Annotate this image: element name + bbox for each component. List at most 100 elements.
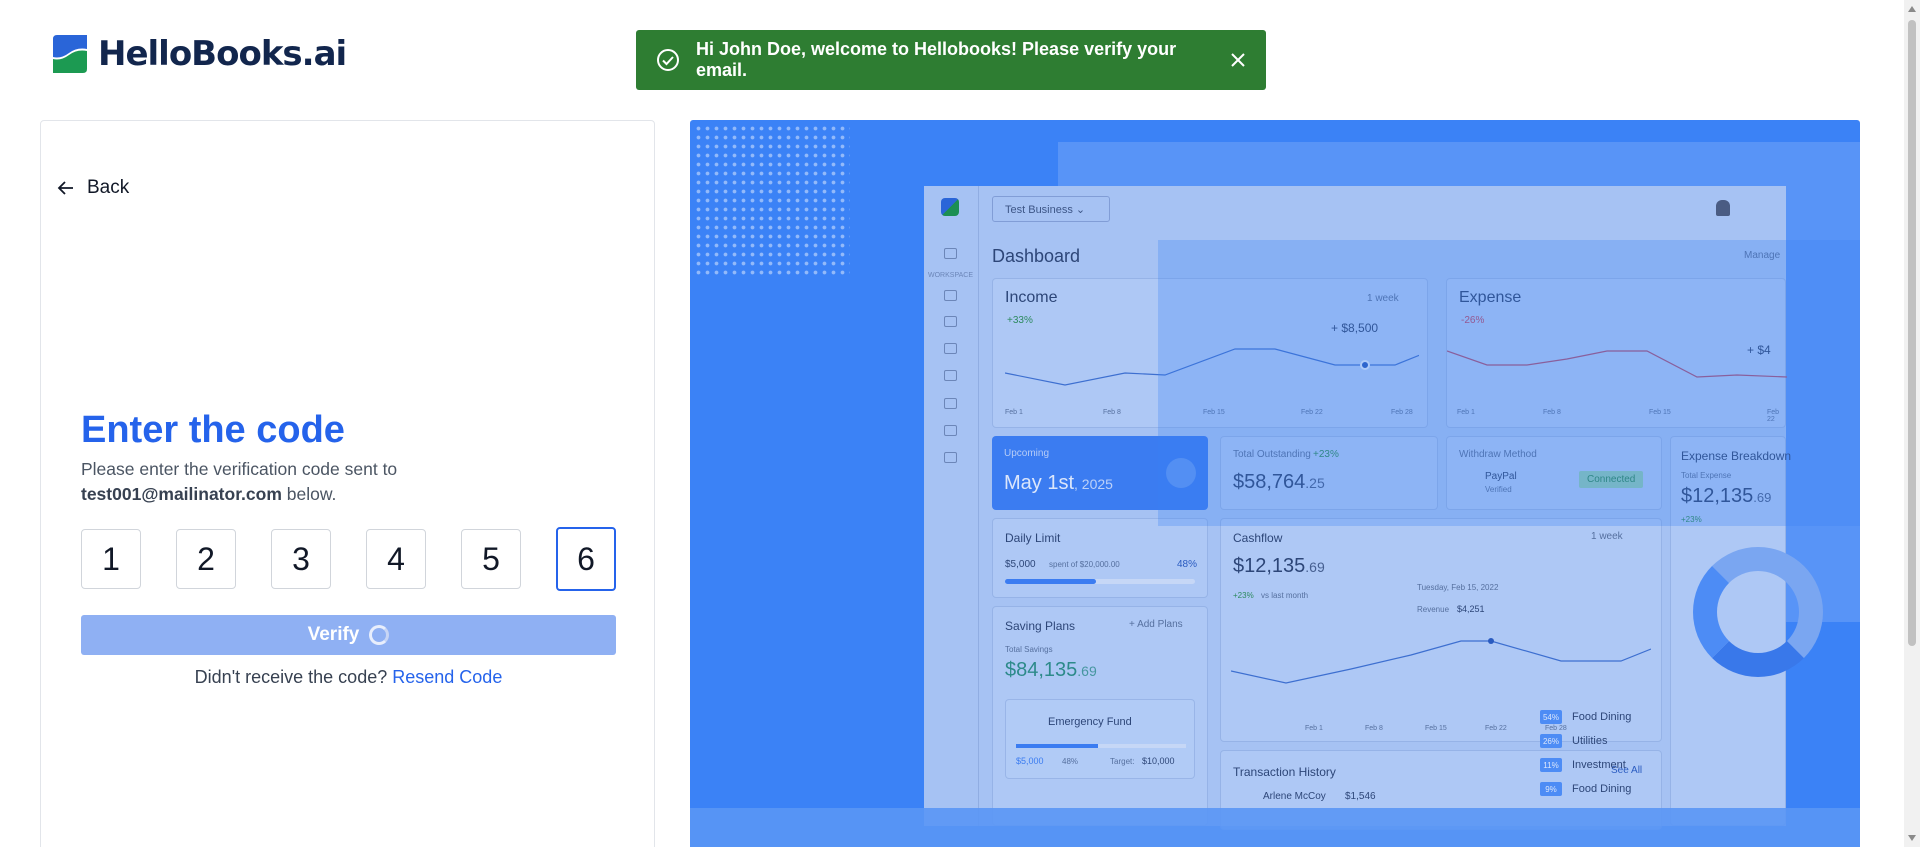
daily-progress-fill — [1005, 579, 1097, 584]
add-plans-label: + Add Plans — [1129, 619, 1183, 630]
otp-digit-4[interactable] — [366, 529, 426, 589]
cashflow-tick-4: Feb 22 — [1485, 725, 1507, 732]
bank-icon — [944, 290, 957, 301]
verify-label: Verify — [307, 624, 360, 645]
income-change: +33% — [1007, 315, 1033, 326]
transaction-amount: $1,546 — [1345, 791, 1376, 802]
cashflow-panel: Cashflow 1 week $12,135.69 +23% vs last … — [1220, 518, 1662, 742]
dot-pattern — [694, 124, 850, 276]
target-label: Target: — [1110, 757, 1135, 766]
cashflow-cents: .69 — [1305, 559, 1325, 575]
trend-icon — [944, 343, 957, 354]
daily-limit-panel: Daily Limit $5,000 spent of $20,000.00 4… — [992, 518, 1208, 598]
legend-row: 9% Food Dining — [1540, 782, 1631, 796]
saving-title: Saving Plans — [1005, 619, 1076, 633]
verify-card: Back Enter the code Please enter the ver… — [40, 120, 655, 847]
overlay-sheet — [1158, 240, 1860, 526]
legend-pct: 11% — [1540, 758, 1562, 772]
scrollbar-thumb[interactable] — [1908, 20, 1916, 646]
description-suffix: below. — [286, 484, 337, 504]
legend-name: Food Dining — [1572, 783, 1632, 795]
cashflow-line-chart — [1231, 638, 1651, 684]
loading-spinner-icon — [369, 625, 390, 645]
brand-logo[interactable]: HelloBooks.ai — [49, 33, 347, 75]
verify-button[interactable]: Verify — [81, 615, 616, 655]
back-button[interactable]: Back — [57, 177, 129, 199]
fund-target: $10,000 — [1142, 756, 1175, 766]
resend-prompt: Didn't receive the code? — [194, 667, 388, 687]
income-tick-1: Feb 1 — [1005, 409, 1023, 416]
cashflow-note: vs last month — [1261, 591, 1309, 600]
legend-row: 11% Investment — [1540, 758, 1626, 772]
email-address: test001@mailinator.com — [81, 484, 282, 504]
legend-name: Investment — [1572, 759, 1626, 771]
daily-amount: $5,000 — [1005, 559, 1036, 570]
verify-description: Please enter the verification code sent … — [81, 457, 481, 507]
cashflow-tick-3: Feb 15 — [1425, 725, 1447, 732]
mock-sidebar: WORKSPACE — [924, 186, 979, 826]
grid-icon — [944, 248, 957, 259]
page-scrollbar[interactable] — [1904, 0, 1920, 847]
otp-digit-6[interactable] — [556, 527, 616, 591]
saving-amount: $84,135 — [1005, 659, 1078, 681]
cashflow-tip-date: Tuesday, Feb 15, 2022 — [1417, 583, 1499, 592]
legend-pct: 9% — [1540, 782, 1562, 796]
cashflow-amount: $12,135 — [1233, 555, 1306, 577]
transactions-title: Transaction History — [1233, 765, 1336, 779]
hellobooks-logo-icon — [53, 35, 87, 73]
cashflow-tick-2: Feb 8 — [1365, 725, 1383, 732]
bell-icon — [1716, 200, 1730, 216]
otp-digit-3[interactable] — [271, 529, 331, 589]
add-plans-text: Add Plans — [1137, 619, 1183, 630]
brand-name: HelloBooks.ai — [98, 34, 347, 74]
users-icon — [944, 316, 957, 327]
dashboard-title: Dashboard — [992, 246, 1081, 266]
legend-pct: 26% — [1540, 734, 1562, 748]
upcoming-date-main: May 1st — [1004, 472, 1075, 494]
fund-progress-fill — [1016, 744, 1098, 748]
workspace-label: WORKSPACE — [928, 272, 973, 279]
resend-code-link[interactable]: Resend Code — [392, 667, 502, 687]
box-icon — [944, 398, 957, 409]
business-name: Test Business — [1005, 204, 1073, 216]
check-circle-icon — [657, 49, 679, 71]
otp-digit-5[interactable] — [461, 529, 521, 589]
legend-name: Utilities — [1572, 735, 1608, 747]
cashflow-tip-label: Revenue — [1417, 605, 1450, 614]
fund-progress — [1016, 744, 1186, 748]
dashboard-preview: WORKSPACE Test Business ⌄ Dashboard Mana… — [690, 120, 1860, 847]
mock-logo-icon — [941, 198, 959, 216]
daily-note: spent of $20,000.00 — [1049, 560, 1120, 569]
legend-row: 54% Food Dining — [1540, 710, 1631, 724]
transaction-name: Arlene McCoy — [1263, 791, 1326, 802]
scroll-down-arrow-icon[interactable] — [1908, 835, 1916, 841]
bottom-band — [690, 808, 1860, 847]
upcoming-year: , 2025 — [1074, 476, 1113, 492]
daily-pct: 48% — [1177, 559, 1198, 570]
resend-row: Didn't receive the code? Resend Code — [41, 667, 656, 688]
close-icon[interactable] — [1230, 52, 1246, 68]
otp-inputs — [81, 527, 616, 591]
legend-name: Food Dining — [1572, 711, 1632, 723]
cashflow-change: +23% — [1233, 591, 1254, 600]
otp-digit-2[interactable] — [176, 529, 236, 589]
business-select: Test Business ⌄ — [992, 196, 1110, 222]
cashflow-tick-1: Feb 1 — [1305, 725, 1323, 732]
scroll-up-arrow-icon[interactable] — [1908, 6, 1916, 12]
emergency-fund-card: Emergency Fund $5,000 48% Target: $10,00… — [1005, 699, 1195, 779]
saving-value: $84,135.69 — [1005, 659, 1097, 682]
daily-title: Daily Limit — [1005, 531, 1061, 545]
upcoming-label: Upcoming — [1004, 448, 1050, 459]
cashflow-tip-value: $4,251 — [1457, 604, 1485, 614]
saving-cents: .69 — [1077, 663, 1097, 679]
welcome-toast: Hi John Doe, welcome to Hellobooks! Plea… — [636, 30, 1266, 90]
daily-progress — [1005, 579, 1195, 584]
toast-message: Hi John Doe, welcome to Hellobooks! Plea… — [696, 39, 1177, 80]
income-tick-2: Feb 8 — [1103, 409, 1121, 416]
saving-label: Total Savings — [1005, 645, 1053, 654]
fund-name: Emergency Fund — [1048, 716, 1132, 728]
saving-panel: Saving Plans + Add Plans Total Savings $… — [992, 606, 1208, 826]
page-title: Enter the code — [81, 409, 345, 451]
otp-digit-1[interactable] — [81, 529, 141, 589]
legend-pct: 54% — [1540, 710, 1562, 724]
